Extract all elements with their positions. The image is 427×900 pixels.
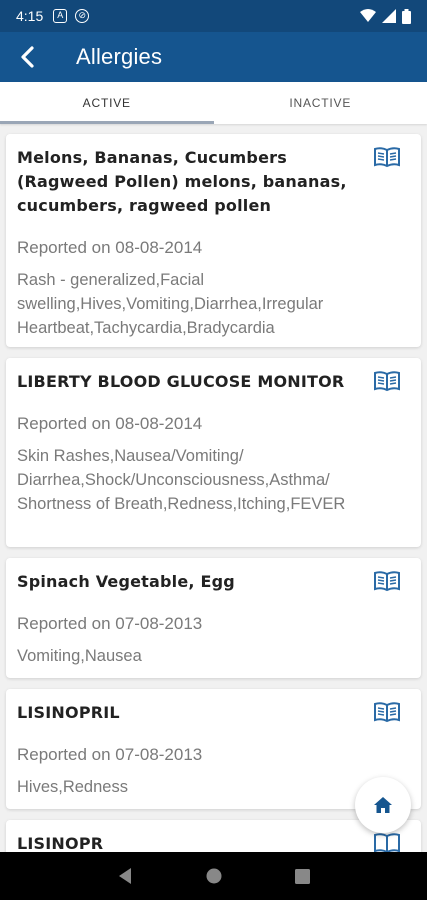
allergy-card[interactable]: LIBERTY BLOOD GLUCOSE MONITOR Reported o…: [6, 358, 421, 547]
page-title: Allergies: [76, 44, 163, 69]
tab-inactive[interactable]: INACTIVE: [214, 82, 427, 124]
back-arrow-icon: [21, 46, 34, 68]
tab-bar: ACTIVE INACTIVE: [0, 82, 427, 124]
allergy-card[interactable]: Spinach Vegetable, Egg Reported on 07-08…: [6, 558, 421, 678]
reported-date: Reported on 07-08-2013: [17, 614, 203, 633]
home-button[interactable]: [355, 777, 411, 833]
book-icon[interactable]: [373, 370, 401, 392]
book-icon[interactable]: [373, 701, 401, 723]
reactions: Vomiting,Nausea: [17, 647, 142, 665]
allergy-title: LISINOPRIL: [17, 703, 120, 722]
nav-back-icon[interactable]: [117, 867, 133, 885]
status-bar: 4:15 A ⊘: [0, 0, 427, 32]
nav-home-icon[interactable]: [206, 868, 222, 884]
allergy-title: LIBERTY BLOOD GLUCOSE MONITOR: [17, 372, 345, 391]
battery-icon: [402, 8, 411, 24]
system-nav-bar: [0, 852, 427, 900]
signal-icon: [382, 9, 396, 23]
allergy-title: Spinach Vegetable, Egg: [17, 572, 235, 591]
reactions: Rash - generalized,Facial swelling,Hives…: [17, 271, 324, 337]
tab-active[interactable]: ACTIVE: [0, 82, 214, 124]
back-button[interactable]: [0, 32, 56, 82]
data-saver-icon: ⊘: [75, 9, 90, 23]
reported-date: Reported on 08-08-2014: [17, 414, 203, 433]
reactions: Skin Rashes,Nausea/Vomiting/ Diarrhea,Sh…: [17, 447, 346, 513]
allergy-title: Melons, Bananas, Cucumbers (Ragweed Poll…: [17, 148, 347, 215]
notification-icon: A: [53, 9, 68, 23]
nav-recents-icon[interactable]: [295, 868, 311, 884]
book-icon[interactable]: [373, 570, 401, 592]
wifi-icon: [360, 9, 376, 22]
status-time: 4:15: [16, 8, 44, 24]
reported-date: Reported on 08-08-2014: [17, 238, 203, 257]
allergy-card[interactable]: Melons, Bananas, Cucumbers (Ragweed Poll…: [6, 134, 421, 347]
book-icon[interactable]: [373, 146, 401, 168]
reported-date: Reported on 07-08-2013: [17, 745, 203, 764]
book-icon[interactable]: [373, 832, 401, 854]
home-icon: [374, 797, 392, 813]
app-bar: Allergies: [0, 32, 427, 82]
reactions: Hives,Redness: [17, 778, 128, 796]
